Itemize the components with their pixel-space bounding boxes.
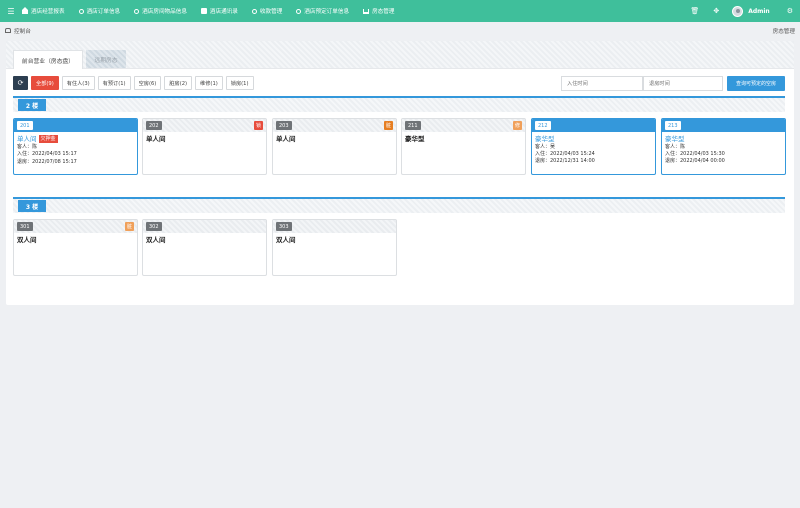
nav-item-orders[interactable]: 酒店订单信息 — [78, 7, 121, 15]
status-tag: 脏 — [384, 121, 393, 130]
circle-icon — [134, 8, 140, 14]
room-number: 301 — [17, 222, 33, 231]
room-card-201[interactable]: 201 单人间 欠押金 客人：陈 入住：2022/04/03 15:17 退房：2… — [13, 118, 138, 175]
room-type: 单人间 — [276, 135, 296, 143]
checkout-date-input[interactable] — [643, 76, 723, 91]
breadcrumb-home[interactable]: 控制台 — [14, 27, 31, 35]
tab-bar: 前台营业（房态盘） 远期房态 — [6, 41, 794, 69]
room-card-211[interactable]: 211 修 豪华型 — [401, 118, 526, 175]
room-type: 豪华型 — [535, 135, 555, 143]
room-number: 303 — [276, 222, 292, 231]
floor-header — [13, 98, 785, 112]
room-type: 豪华型 — [405, 135, 425, 143]
status-tag: 修 — [513, 121, 522, 130]
settings-icon[interactable]: ⚙ — [787, 7, 793, 15]
room-type: 单人间 — [17, 135, 37, 143]
fullscreen-icon[interactable]: ✥ — [713, 7, 719, 15]
room-number: 201 — [17, 121, 33, 130]
room-number: 211 — [405, 121, 421, 130]
filter-locked[interactable]: 锁房(1) — [225, 76, 254, 90]
circle-icon — [251, 8, 257, 14]
nav-item-reservations[interactable]: 酒店预定订单信息 — [296, 7, 349, 15]
status-tag: 脏 — [125, 222, 134, 231]
room-number: 212 — [535, 121, 551, 130]
nav-item-room-status[interactable]: 房态管理 — [363, 7, 394, 15]
nav-item-payments[interactable]: 收款管理 — [251, 7, 283, 15]
room-card-203[interactable]: 203 脏 单人间 — [272, 118, 397, 175]
floor-label: 2 楼 — [18, 99, 46, 111]
filter-repair[interactable]: 维修(1) — [195, 76, 223, 90]
tab-future-status[interactable]: 远期房态 — [86, 50, 126, 68]
home-icon — [22, 7, 28, 14]
circle-icon — [78, 8, 84, 14]
room-card-302[interactable]: 302 双人间 — [142, 219, 267, 276]
nav-item-report[interactable]: 酒店经营报表 — [22, 7, 65, 15]
status-badge: 欠押金 — [38, 135, 58, 143]
trash-icon[interactable]: 🗑 — [690, 7, 699, 15]
room-card-212[interactable]: 212 豪华型 客人：吴 入住：2022/04/03 15:24 退房：2022… — [531, 118, 656, 175]
room-type: 双人间 — [17, 236, 37, 244]
checkin-time: 入住：2022/04/03 15:17 — [17, 151, 77, 158]
room-type: 豪华型 — [665, 135, 685, 143]
room-card-202[interactable]: 202 锁 单人间 — [142, 118, 267, 175]
checkout-time: 退房：2022/04/04 00:00 — [665, 158, 725, 165]
room-type: 单人间 — [146, 135, 166, 143]
nav-item-room-goods[interactable]: 酒店房间物品信息 — [134, 7, 187, 15]
filter-occupied[interactable]: 有住人(3) — [61, 76, 95, 90]
checkout-time: 退房：2022/07/08 15:17 — [17, 158, 77, 165]
breadcrumb-current: 房态管理 — [772, 28, 795, 35]
filter-dirty[interactable]: 脏房(2) — [164, 76, 193, 90]
breadcrumb: 控制台 房态管理 — [0, 22, 800, 39]
room-number: 213 — [665, 121, 681, 130]
user-name[interactable]: Admin — [748, 8, 770, 15]
checkin-date-input[interactable] — [561, 76, 643, 91]
floor-label: 3 楼 — [18, 200, 46, 212]
query-vacant-button[interactable]: 查询可预定的空房 — [727, 76, 785, 91]
dashboard-icon — [5, 28, 11, 33]
room-number: 202 — [146, 121, 162, 130]
refresh-button[interactable]: ⟳ — [13, 76, 28, 90]
nav-label: 酒店经营报表 — [31, 9, 65, 15]
checkout-time: 退房：2022/12/31 14:00 — [535, 158, 595, 165]
nav-item-contacts[interactable]: 酒店通讯录 — [200, 7, 238, 15]
nav-label: 房态管理 — [372, 9, 395, 15]
nav-label: 收款管理 — [259, 9, 283, 15]
room-number: 203 — [276, 121, 292, 130]
avatar[interactable] — [732, 5, 744, 17]
nav-label: 酒店预定订单信息 — [304, 9, 350, 15]
main-panel: 前台营业（房态盘） 远期房态 ⟳ 全部(9) 有住人(3) 有预订(1) 空房(… — [6, 41, 794, 305]
menu-icon[interactable]: ☰ — [0, 7, 22, 16]
filter-booked[interactable]: 有预订(1) — [97, 76, 131, 90]
filter-vacant[interactable]: 空房(6) — [133, 76, 162, 90]
room-type: 双人间 — [276, 236, 296, 244]
circle-icon — [296, 8, 302, 14]
top-navbar: ☰ 酒店经营报表 酒店订单信息 酒店房间物品信息 酒店通讯录 收款管理 酒店预定… — [0, 0, 800, 22]
floor-header — [13, 199, 785, 213]
nav-label: 酒店订单信息 — [86, 9, 121, 15]
tab-front-desk[interactable]: 前台营业（房态盘） — [13, 50, 83, 69]
refresh-icon: ⟳ — [17, 79, 24, 87]
card-icon — [200, 8, 207, 14]
nav-label: 酒店通讯录 — [209, 9, 238, 15]
room-type: 双人间 — [146, 236, 166, 244]
room-card-213[interactable]: 213 豪华型 客人：陈 入住：2022/04/03 15:30 退房：2022… — [661, 118, 786, 175]
room-number: 302 — [146, 222, 162, 231]
room-card-301[interactable]: 301 脏 双人间 — [13, 219, 138, 276]
status-tag: 锁 — [254, 121, 263, 130]
filter-all[interactable]: 全部(9) — [31, 76, 59, 90]
filter-bar: ⟳ 全部(9) 有住人(3) 有预订(1) 空房(6) 脏房(2) 维修(1) … — [13, 76, 257, 90]
nav-label: 酒店房间物品信息 — [142, 9, 187, 15]
bed-icon — [363, 8, 370, 14]
room-card-303[interactable]: 303 双人间 — [272, 219, 397, 276]
